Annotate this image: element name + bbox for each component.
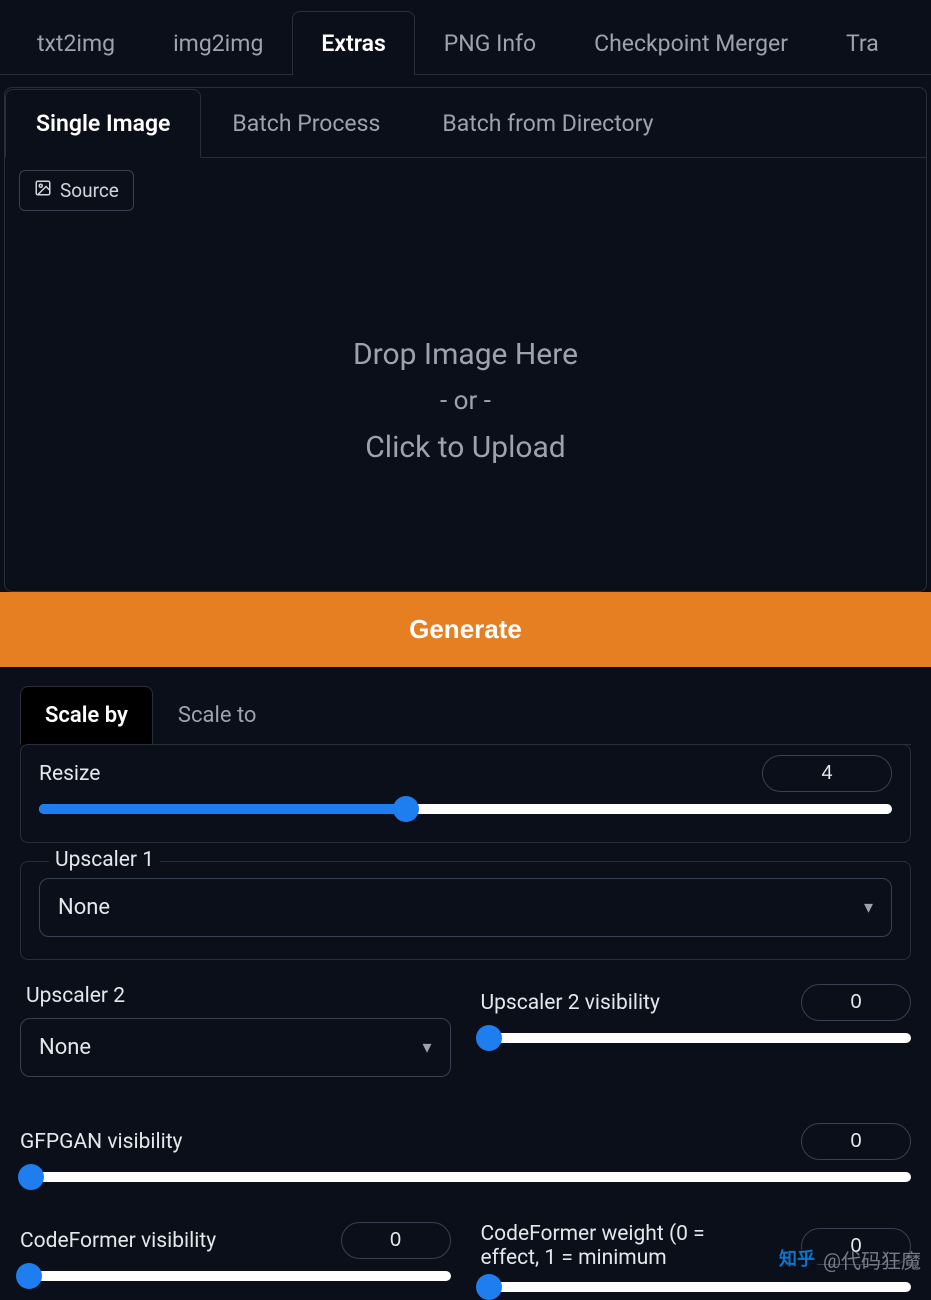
- codeformer-visibility-col: CodeFormer visibility: [20, 1216, 451, 1292]
- dropzone-line2: - or -: [440, 386, 491, 416]
- resize-label: Resize: [39, 762, 100, 786]
- tab-txt2img[interactable]: txt2img: [8, 11, 144, 75]
- extras-subtabs: Single Image Batch Process Batch from Di…: [5, 88, 926, 158]
- codeformer-weight-label: CodeFormer weight (0 = effect, 1 = minim…: [481, 1222, 721, 1270]
- dropzone-line3: Click to Upload: [365, 430, 565, 465]
- codeformer-visibility-label: CodeFormer visibility: [20, 1229, 216, 1253]
- upscaler2-visibility-thumb[interactable]: [476, 1025, 502, 1051]
- subtab-batch-process[interactable]: Batch Process: [201, 89, 411, 158]
- tab-img2img[interactable]: img2img: [144, 11, 292, 75]
- image-dropzone[interactable]: Drop Image Here - or - Click to Upload: [5, 211, 926, 591]
- tab-extras[interactable]: Extras: [292, 11, 414, 75]
- gfpgan-label: GFPGAN visibility: [20, 1130, 183, 1154]
- gfpgan-group: GFPGAN visibility: [20, 1117, 911, 1182]
- upscaler2-col: Upscaler 2 None ▾: [20, 966, 451, 1077]
- generate-button[interactable]: Generate: [0, 592, 931, 667]
- upscaler2-visibility-input[interactable]: [801, 984, 911, 1021]
- gfpgan-slider[interactable]: [20, 1172, 911, 1182]
- source-badge: Source: [19, 170, 134, 211]
- gfpgan-input[interactable]: [801, 1123, 911, 1160]
- upscaler2-visibility-label: Upscaler 2 visibility: [481, 991, 660, 1015]
- watermark-text: @代码狂魔: [823, 1245, 921, 1274]
- tab-png-info[interactable]: PNG Info: [415, 11, 565, 75]
- dropzone-line1: Drop Image Here: [353, 337, 578, 372]
- scale-panel: Scale by Scale to Resize Upscaler 1 None…: [20, 685, 911, 1292]
- extras-panel: Single Image Batch Process Batch from Di…: [4, 87, 927, 592]
- upscaler2-value: None: [39, 1035, 91, 1060]
- upscaler2-label: Upscaler 2: [20, 966, 451, 1018]
- chevron-down-icon: ▾: [422, 1037, 431, 1058]
- codeformer-weight-slider[interactable]: [481, 1282, 912, 1292]
- resize-slider-thumb[interactable]: [393, 796, 419, 822]
- upscaler2-select[interactable]: None ▾: [20, 1018, 451, 1077]
- resize-field: Resize: [20, 744, 911, 843]
- main-tabs: txt2img img2img Extras PNG Info Checkpoi…: [0, 0, 931, 75]
- codeformer-visibility-thumb[interactable]: [16, 1263, 42, 1289]
- tab-checkpoint-merger[interactable]: Checkpoint Merger: [565, 11, 817, 75]
- upscaler1-group: Upscaler 1 None ▾: [20, 861, 911, 960]
- codeformer-weight-thumb[interactable]: [476, 1274, 502, 1300]
- upscaler2-visibility-slider[interactable]: [481, 1033, 912, 1043]
- gfpgan-thumb[interactable]: [18, 1164, 44, 1190]
- scale-tabs: Scale by Scale to: [20, 685, 911, 745]
- upscaler1-select[interactable]: None ▾: [39, 878, 892, 937]
- subtab-single-image[interactable]: Single Image: [5, 89, 201, 158]
- resize-slider[interactable]: [39, 804, 892, 814]
- zhihu-logo-icon: 知乎: [777, 1250, 817, 1270]
- watermark: 知乎 @代码狂魔: [777, 1245, 921, 1274]
- upscaler1-label: Upscaler 1: [49, 848, 160, 872]
- subtab-batch-from-directory[interactable]: Batch from Directory: [411, 89, 684, 158]
- image-icon: [34, 179, 52, 202]
- upscaler2-visibility-col: Upscaler 2 visibility: [481, 966, 912, 1077]
- source-label: Source: [60, 179, 119, 202]
- codeformer-visibility-input[interactable]: [341, 1222, 451, 1259]
- tab-scale-to[interactable]: Scale to: [153, 686, 282, 745]
- resize-value-input[interactable]: [762, 755, 892, 792]
- upscaler1-value: None: [58, 895, 110, 920]
- tab-scale-by[interactable]: Scale by: [20, 686, 153, 745]
- chevron-down-icon: ▾: [864, 897, 873, 918]
- tab-train[interactable]: Tra: [817, 11, 908, 75]
